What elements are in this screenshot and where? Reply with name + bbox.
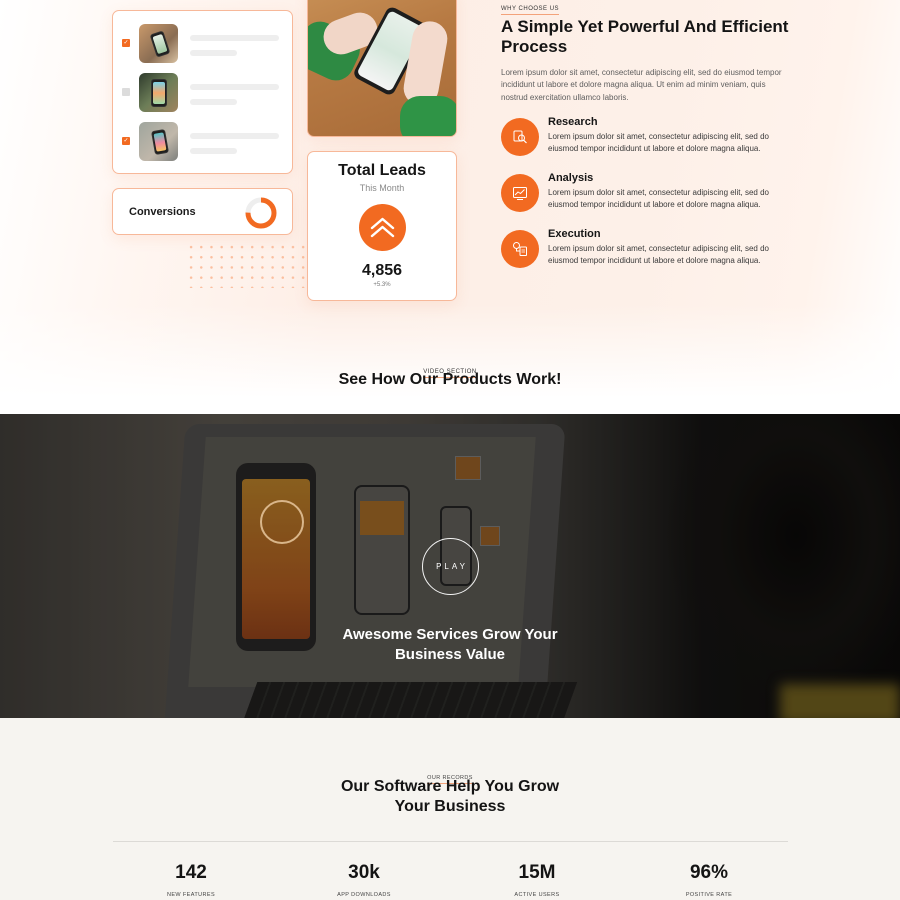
hands-with-phone-photo xyxy=(307,0,457,137)
total-leads-delta: +5.3% xyxy=(373,282,391,288)
leads-trend-badge xyxy=(359,204,406,251)
analysis-chart-icon xyxy=(513,187,527,200)
phone-qr-thumbnail xyxy=(139,24,178,63)
decorative-dot-grid xyxy=(186,242,306,288)
records-title: Our Software Help You Grow Your Business xyxy=(0,777,900,817)
stat-value: 96% xyxy=(689,862,729,883)
skeleton-line xyxy=(190,84,279,90)
records-section: OUR RECORDS Our Software Help You Grow Y… xyxy=(0,718,900,900)
stat-value: 142 xyxy=(175,862,207,883)
total-leads-title: Total Leads xyxy=(338,162,426,179)
stat-label: NEW FEATURES xyxy=(166,892,216,898)
phone-app-thumbnail xyxy=(139,73,178,112)
conversions-card: Conversions xyxy=(112,188,293,235)
conversions-label: Conversions xyxy=(129,206,196,218)
feature-description: Lorem ipsum dolor sit amet, consectetur … xyxy=(548,244,769,265)
video-caption: Awesome Services Grow Your Business Valu… xyxy=(0,625,900,665)
list-item[interactable]: ✓ xyxy=(113,122,292,162)
double-chevron-up-icon xyxy=(370,217,395,238)
feature-description: Lorem ipsum dolor sit amet, consectetur … xyxy=(548,188,769,209)
total-leads-value: 4,856 xyxy=(361,262,403,279)
feature-research: Research Lorem ipsum dolor sit amet, con… xyxy=(501,116,791,158)
records-title-line: Your Business xyxy=(394,798,506,815)
why-eyebrow: WHY CHOOSE US xyxy=(501,6,560,15)
skeleton-line xyxy=(190,148,237,154)
why-title: A Simple Yet Powerful And Efficient Proc… xyxy=(501,17,789,56)
records-title-line: Our Software Help You Grow xyxy=(340,778,560,795)
stat-label: POSITIVE RATE xyxy=(685,892,733,898)
research-icon xyxy=(513,130,527,144)
stat-app-downloads: 30k APP DOWNLOADS xyxy=(294,862,434,898)
video-caption-line: Awesome Services Grow Your xyxy=(342,626,558,643)
video-caption-line: Business Value xyxy=(394,646,506,663)
stat-new-features: 142 NEW FEATURES xyxy=(121,862,261,898)
list-item[interactable] xyxy=(113,73,292,113)
stat-label: ACTIVE USERS xyxy=(514,892,560,898)
feature-execution: Execution Lorem ipsum dolor sit amet, co… xyxy=(501,228,791,270)
play-button[interactable]: PLAY xyxy=(422,538,479,595)
skeleton-line xyxy=(190,133,279,139)
stat-value: 15M xyxy=(518,862,556,883)
conversions-donut-chart xyxy=(245,197,277,229)
phone-street-thumbnail xyxy=(139,122,178,161)
execution-icon-badge xyxy=(501,230,539,268)
task-list-card: ✓ ✓ xyxy=(112,10,293,174)
total-leads-card: Total Leads This Month 4,856 +5.3% xyxy=(307,151,457,301)
feature-title: Execution xyxy=(548,228,601,240)
execution-workflow-icon xyxy=(513,242,527,256)
stat-active-users: 15M ACTIVE USERS xyxy=(467,862,607,898)
checkbox-unchecked[interactable] xyxy=(122,88,130,96)
feature-analysis: Analysis Lorem ipsum dolor sit amet, con… xyxy=(501,172,791,214)
stat-label: APP DOWNLOADS xyxy=(337,892,391,898)
analysis-icon-badge xyxy=(501,174,539,212)
list-item[interactable]: ✓ xyxy=(113,24,292,64)
total-leads-period: This Month xyxy=(359,183,405,193)
feature-description: Lorem ipsum dolor sit amet, consectetur … xyxy=(548,132,769,153)
video-section-title: See How Our Products Work! xyxy=(338,371,562,388)
skeleton-line xyxy=(190,50,237,56)
checkbox-checked[interactable]: ✓ xyxy=(122,137,130,145)
stat-positive-rate: 96% POSITIVE RATE xyxy=(639,862,779,898)
checkbox-checked[interactable]: ✓ xyxy=(122,39,130,47)
feature-title: Analysis xyxy=(548,172,594,184)
stat-value: 30k xyxy=(348,862,380,883)
user-avatar-icon xyxy=(260,500,304,544)
research-icon-badge xyxy=(501,118,539,156)
skeleton-line xyxy=(190,35,279,41)
skeleton-line xyxy=(190,99,237,105)
video-player[interactable]: PLAY Awesome Services Grow Your Business… xyxy=(0,414,900,718)
records-divider xyxy=(113,841,788,842)
feature-title: Research xyxy=(548,116,598,128)
why-description: Lorem ipsum dolor sit amet, consectetur … xyxy=(501,68,782,102)
